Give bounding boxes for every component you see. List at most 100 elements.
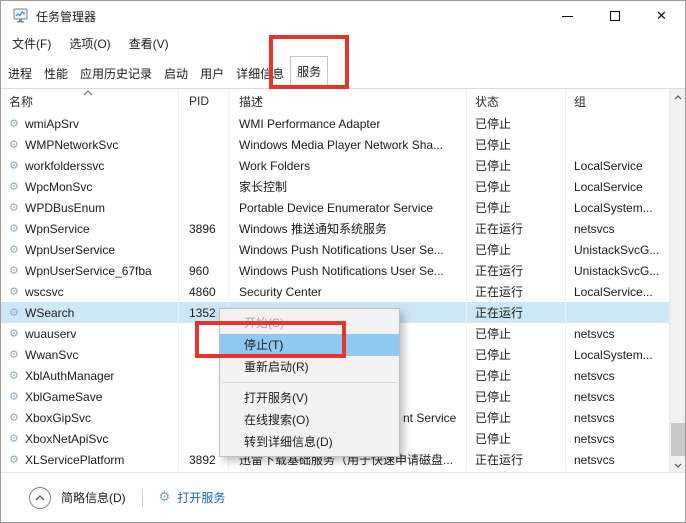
- service-description: Security Center: [229, 281, 467, 302]
- column-header-pid[interactable]: PID: [179, 89, 229, 113]
- service-status: 已停止: [467, 386, 566, 407]
- gear-icon: ⚙: [9, 327, 19, 340]
- table-row[interactable]: ⚙ wmiApSrv WMI Performance Adapter 已停止: [1, 113, 671, 134]
- gear-icon: ⚙: [9, 159, 19, 172]
- service-pid: 3896: [179, 218, 229, 239]
- service-name: workfolderssvc: [25, 158, 105, 173]
- service-name: XboxGipSvc: [25, 410, 92, 425]
- gear-icon: ⚙: [9, 453, 19, 466]
- chevron-up-icon: [674, 95, 682, 100]
- tab-startup[interactable]: 启动: [158, 61, 194, 88]
- table-row[interactable]: ⚙ wscsvc 4860 Security Center 正在运行 Local…: [1, 281, 671, 302]
- service-name: WpnUserService_67fba: [25, 263, 152, 278]
- column-header-group[interactable]: 组: [566, 89, 671, 113]
- maximize-button[interactable]: [591, 1, 638, 31]
- context-menu-item-转到详细信息[interactable]: 转到详细信息(D): [220, 431, 399, 453]
- service-status: 正在运行: [467, 281, 566, 302]
- service-group: netsvcs: [574, 368, 615, 383]
- context-menu-item-重新启动[interactable]: 重新启动(R): [220, 356, 399, 378]
- gear-icon: ⚙: [9, 138, 19, 151]
- table-row[interactable]: ⚙ WpnUserService Windows Push Notificati…: [1, 239, 671, 260]
- service-status: 正在运行: [467, 449, 566, 470]
- title-bar[interactable]: 任务管理器 ✕: [1, 1, 685, 31]
- service-group: netsvcs: [574, 431, 615, 446]
- tab-app-history[interactable]: 应用历史记录: [74, 61, 158, 88]
- service-group: netsvcs: [574, 452, 615, 467]
- menubar-item-view[interactable]: 查看(V): [120, 35, 178, 52]
- service-pid: [179, 155, 229, 176]
- table-row[interactable]: ⚙ WpnUserService_67fba 960 Windows Push …: [1, 260, 671, 281]
- open-services-link[interactable]: 打开服务: [177, 489, 225, 506]
- menubar-item-options[interactable]: 选项(O): [60, 35, 119, 52]
- service-name: XLServicePlatform: [25, 452, 125, 467]
- tab-processes[interactable]: 进程: [2, 61, 38, 88]
- task-manager-icon: [13, 8, 28, 23]
- service-status: 已停止: [467, 176, 566, 197]
- service-status: 已停止: [467, 113, 566, 134]
- scrollbar-thumb[interactable]: [671, 423, 685, 456]
- context-menu: 开始(S) 停止(T) 重新启动(R) 打开服务(V) 在线搜索(O) 转到详细信息(D): [219, 308, 400, 457]
- scroll-up-button[interactable]: [670, 89, 685, 106]
- service-name: wmiApSrv: [25, 116, 80, 131]
- service-name: WwanSvc: [25, 347, 79, 362]
- service-status: 已停止: [467, 407, 566, 428]
- chevron-down-icon: [674, 463, 682, 468]
- service-name: WpnService: [25, 221, 90, 236]
- statusbar-divider: [141, 488, 143, 507]
- service-name: WpnUserService: [25, 242, 116, 257]
- gear-icon: ⚙: [9, 306, 19, 319]
- gear-icon: ⚙: [9, 432, 19, 445]
- fewer-details-toggle[interactable]: [29, 486, 51, 509]
- tab-users[interactable]: 用户: [194, 61, 230, 88]
- gear-icon: ⚙: [158, 490, 171, 505]
- gear-icon: ⚙: [9, 201, 19, 214]
- service-group: UnistackSvcG...: [574, 242, 660, 257]
- table-row[interactable]: ⚙ workfolderssvc Work Folders 已停止 LocalS…: [1, 155, 671, 176]
- context-menu-item-在线搜索[interactable]: 在线搜索(O): [220, 409, 399, 431]
- service-status: 正在运行: [467, 218, 566, 239]
- table-row[interactable]: ⚙ WMPNetworkSvc Windows Media Player Net…: [1, 134, 671, 155]
- table-row[interactable]: ⚙ WpcMonSvc 家长控制 已停止 LocalService: [1, 176, 671, 197]
- gear-icon: ⚙: [9, 222, 19, 235]
- service-group: [566, 302, 671, 323]
- service-group: netsvcs: [574, 326, 615, 341]
- gear-icon: ⚙: [9, 264, 19, 277]
- service-pid: [179, 239, 229, 260]
- sort-ascending-icon: [83, 90, 93, 96]
- column-header-description[interactable]: 描述: [229, 89, 467, 113]
- context-menu-item-打开服务[interactable]: 打开服务(V): [220, 387, 399, 409]
- service-group: LocalService: [574, 179, 643, 194]
- fewer-details-label[interactable]: 简略信息(D): [61, 489, 126, 506]
- service-group: netsvcs: [574, 410, 615, 425]
- menubar-item-file[interactable]: 文件(F): [3, 35, 60, 52]
- column-header-status[interactable]: 状态: [467, 89, 566, 113]
- tab-services[interactable]: 服务: [290, 56, 329, 89]
- service-description: WMI Performance Adapter: [229, 113, 467, 134]
- gear-icon: ⚙: [9, 348, 19, 361]
- menu-bar: 文件(F) 选项(O) 查看(V): [1, 31, 685, 56]
- maximize-icon: [609, 11, 620, 21]
- service-status: 已停止: [467, 239, 566, 260]
- context-menu-item-停止[interactable]: 停止(T): [220, 334, 399, 356]
- status-bar: 简略信息(D) ⚙ 打开服务: [1, 472, 685, 522]
- table-row[interactable]: ⚙ WPDBusEnum Portable Device Enumerator …: [1, 197, 671, 218]
- service-description: Portable Device Enumerator Service: [229, 197, 467, 218]
- minimize-button[interactable]: [544, 1, 591, 31]
- tab-performance[interactable]: 性能: [38, 61, 74, 88]
- service-group: LocalSystem...: [574, 347, 653, 362]
- service-description: Windows Push Notifications User Se...: [229, 260, 467, 281]
- close-button[interactable]: ✕: [638, 1, 685, 31]
- vertical-scrollbar[interactable]: [669, 89, 685, 474]
- table-header[interactable]: 名称 PID 描述 状态 组: [1, 89, 671, 113]
- service-pid: [179, 134, 229, 155]
- service-name: WPDBusEnum: [25, 200, 106, 215]
- service-status: 已停止: [467, 365, 566, 386]
- tab-bar: 进程 性能 应用历史记录 启动 用户 详细信息 服务: [1, 56, 685, 89]
- service-group: LocalService...: [574, 284, 653, 299]
- tab-details[interactable]: 详细信息: [230, 61, 290, 88]
- service-name: WpcMonSvc: [25, 179, 93, 194]
- service-description: Work Folders: [229, 155, 467, 176]
- gear-icon: ⚙: [9, 369, 19, 382]
- table-row[interactable]: ⚙ WpnService 3896 Windows 推送通知系统服务 正在运行 …: [1, 218, 671, 239]
- task-manager-window: 任务管理器 ✕ 文件(F) 选项(O) 查看(V) 进程 性能 应用历史记录 启动 用户 详细…: [0, 0, 686, 523]
